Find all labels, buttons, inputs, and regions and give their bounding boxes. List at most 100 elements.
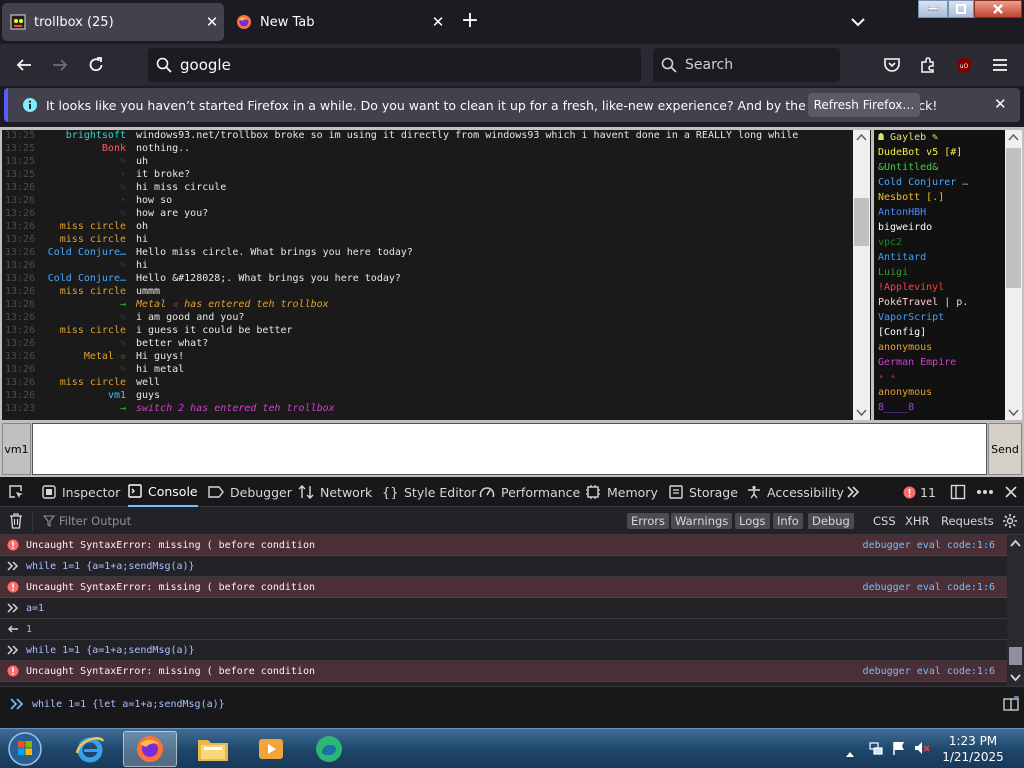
console-settings-gear-icon[interactable]: [1002, 513, 1018, 533]
refresh-firefox-button[interactable]: Refresh Firefox…: [808, 93, 920, 117]
filter-output-input[interactable]: Filter Output: [32, 511, 612, 531]
message-nick[interactable]: miss circle: [60, 221, 126, 232]
filter-errors-button[interactable]: Errors: [627, 513, 670, 529]
console-scrollbar[interactable]: [1007, 535, 1024, 686]
message-nick[interactable]: ✎: [120, 260, 126, 271]
tab-debugger[interactable]: Debugger: [208, 477, 292, 507]
message-nick[interactable]: ✎: [120, 338, 126, 349]
action-center-flag-icon[interactable]: [891, 740, 907, 760]
message-nick[interactable]: miss circle: [60, 377, 126, 388]
user-list-item[interactable]: VaporScript: [874, 310, 1022, 325]
message-nick[interactable]: ✎: [120, 208, 126, 219]
tab-network[interactable]: Network: [298, 477, 372, 507]
message-nick[interactable]: Metal ☆: [84, 351, 126, 362]
user-list-item[interactable]: PokéTravel | p.: [874, 295, 1022, 310]
message-nick[interactable]: miss circle: [60, 234, 126, 245]
send-button[interactable]: Send: [988, 423, 1022, 475]
filter-warnings-button[interactable]: Warnings: [671, 513, 733, 529]
clear-console-trash-icon[interactable]: [9, 513, 23, 533]
filter-debug-button[interactable]: Debug: [808, 513, 854, 529]
nickname-button[interactable]: vm1: [2, 423, 31, 475]
user-list-item[interactable]: [Config]: [874, 325, 1022, 340]
volume-muted-icon[interactable]: [914, 740, 930, 760]
user-list-item[interactable]: !Applevinyl: [874, 280, 1022, 295]
message-nick[interactable]: brightsoft: [66, 130, 126, 141]
console-source-link[interactable]: debugger eval code:1:6: [863, 582, 995, 593]
tab-style-editor[interactable]: {} Style Editor: [382, 477, 476, 507]
list-all-tabs-chevron-icon[interactable]: [846, 10, 870, 34]
filter-logs-button[interactable]: Logs: [735, 513, 770, 529]
user-list-item[interactable]: DudeBot v5 [#]: [874, 145, 1022, 160]
search-bar[interactable]: Search: [653, 48, 840, 82]
minimize-icon[interactable]: [918, 0, 948, 18]
message-nick[interactable]: •: [120, 169, 126, 180]
close-notification-icon[interactable]: ✕: [994, 95, 1007, 113]
internet-explorer-icon[interactable]: [63, 731, 117, 767]
start-button-windows-orb-icon[interactable]: [0, 731, 50, 767]
editor-mode-toggle-icon[interactable]: [1003, 696, 1019, 715]
show-hidden-icons-arrow-icon[interactable]: [845, 743, 855, 762]
user-list-item[interactable]: Nesbott [.]: [874, 190, 1022, 205]
message-nick[interactable]: miss circle: [60, 286, 126, 297]
message-input[interactable]: [32, 423, 987, 475]
forward-arrow-icon[interactable]: [48, 53, 72, 77]
user-list-item[interactable]: Cold Conjurer …: [874, 175, 1022, 190]
tab-memory[interactable]: Memory: [585, 477, 658, 507]
message-nick[interactable]: ✎: [120, 182, 126, 193]
firefox-taskbar-icon[interactable]: [123, 731, 177, 767]
tab-trollbox[interactable]: trollbox (25) ✕: [2, 3, 224, 41]
close-devtools-icon[interactable]: [1004, 477, 1024, 507]
chat-scrollbar[interactable]: [853, 130, 870, 420]
user-list-item[interactable]: AntonHBH: [874, 205, 1022, 220]
hamburger-menu-icon[interactable]: [988, 53, 1012, 77]
message-nick[interactable]: •: [120, 195, 126, 206]
message-nick[interactable]: ✎: [120, 312, 126, 323]
tab-storage[interactable]: Storage: [669, 477, 738, 507]
error-count-badge[interactable]: 11: [903, 477, 936, 507]
tab-new-tab[interactable]: New Tab ✕: [228, 3, 450, 41]
user-list-item[interactable]: German Empire: [874, 355, 1022, 370]
close-tab-icon[interactable]: ✕: [426, 13, 450, 31]
message-nick[interactable]: ✎: [120, 156, 126, 167]
messenger-app-icon[interactable]: [302, 731, 356, 767]
dock-side-icon[interactable]: [950, 477, 972, 507]
back-arrow-icon[interactable]: [12, 53, 36, 77]
message-nick[interactable]: →: [120, 403, 126, 414]
user-list-item[interactable]: anonymous: [874, 340, 1022, 355]
close-window-icon[interactable]: [974, 0, 1022, 18]
user-list-item[interactable]: 8____8: [874, 400, 1022, 415]
console-source-link[interactable]: debugger eval code:1:6: [863, 666, 995, 677]
user-list-item[interactable]: ☗ Gayleb ✎: [874, 130, 1022, 145]
reload-icon[interactable]: [84, 53, 108, 77]
new-tab-plus-icon[interactable]: +: [458, 10, 482, 34]
element-picker-icon[interactable]: [8, 477, 30, 507]
file-explorer-folder-icon[interactable]: [186, 731, 240, 767]
filter-info-button[interactable]: Info: [773, 513, 803, 529]
message-nick[interactable]: →: [120, 299, 126, 310]
tab-console[interactable]: Console: [128, 477, 198, 507]
message-nick[interactable]: Cold Conjure…: [48, 247, 126, 258]
user-list-item[interactable]: Antitard: [874, 250, 1022, 265]
close-tab-icon[interactable]: ✕: [200, 13, 224, 31]
user-list-item[interactable]: bigweirdo: [874, 220, 1022, 235]
url-bar[interactable]: google: [148, 48, 641, 82]
user-list-item[interactable]: • •: [874, 370, 1022, 385]
message-nick[interactable]: ✎: [120, 364, 126, 375]
tab-accessibility[interactable]: Accessibility: [747, 477, 844, 507]
message-nick[interactable]: miss circle: [60, 325, 126, 336]
userlist-scrollbar[interactable]: [1005, 130, 1022, 420]
ublock-origin-icon[interactable]: uO: [952, 53, 976, 77]
user-list-item[interactable]: Luigi: [874, 265, 1022, 280]
user-list-item[interactable]: anonymous: [874, 385, 1022, 400]
network-tray-icon[interactable]: [868, 740, 884, 760]
filter-xhr-button[interactable]: XHR: [901, 513, 934, 529]
maximize-icon[interactable]: [948, 0, 974, 18]
tab-inspector[interactable]: Inspector: [42, 477, 120, 507]
console-source-link[interactable]: debugger eval code:1:6: [863, 540, 995, 551]
more-tools-chevron-icon[interactable]: [846, 477, 866, 507]
tab-performance[interactable]: Performance: [479, 477, 580, 507]
message-nick[interactable]: Cold Conjure…: [48, 273, 126, 284]
extensions-puzzle-icon[interactable]: [916, 53, 940, 77]
message-nick[interactable]: Bonk: [102, 143, 126, 154]
media-player-icon[interactable]: [244, 731, 298, 767]
